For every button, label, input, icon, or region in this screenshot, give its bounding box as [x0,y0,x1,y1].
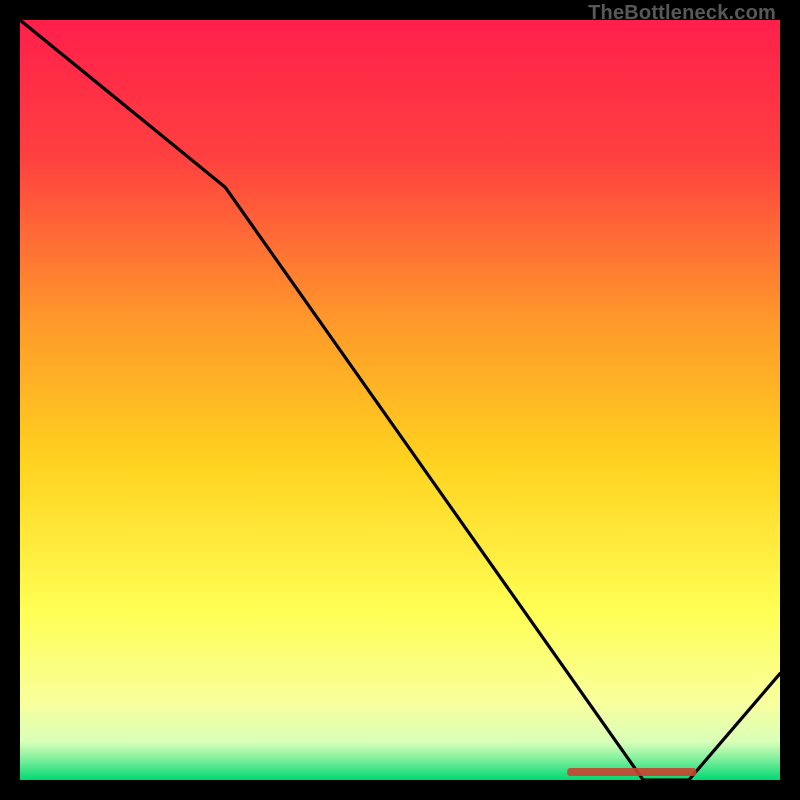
optimum-range-marker [567,768,696,776]
bottleneck-chart [20,20,780,780]
watermark-text: TheBottleneck.com [588,2,776,25]
gradient-background [20,20,780,780]
chart-frame [20,20,780,780]
